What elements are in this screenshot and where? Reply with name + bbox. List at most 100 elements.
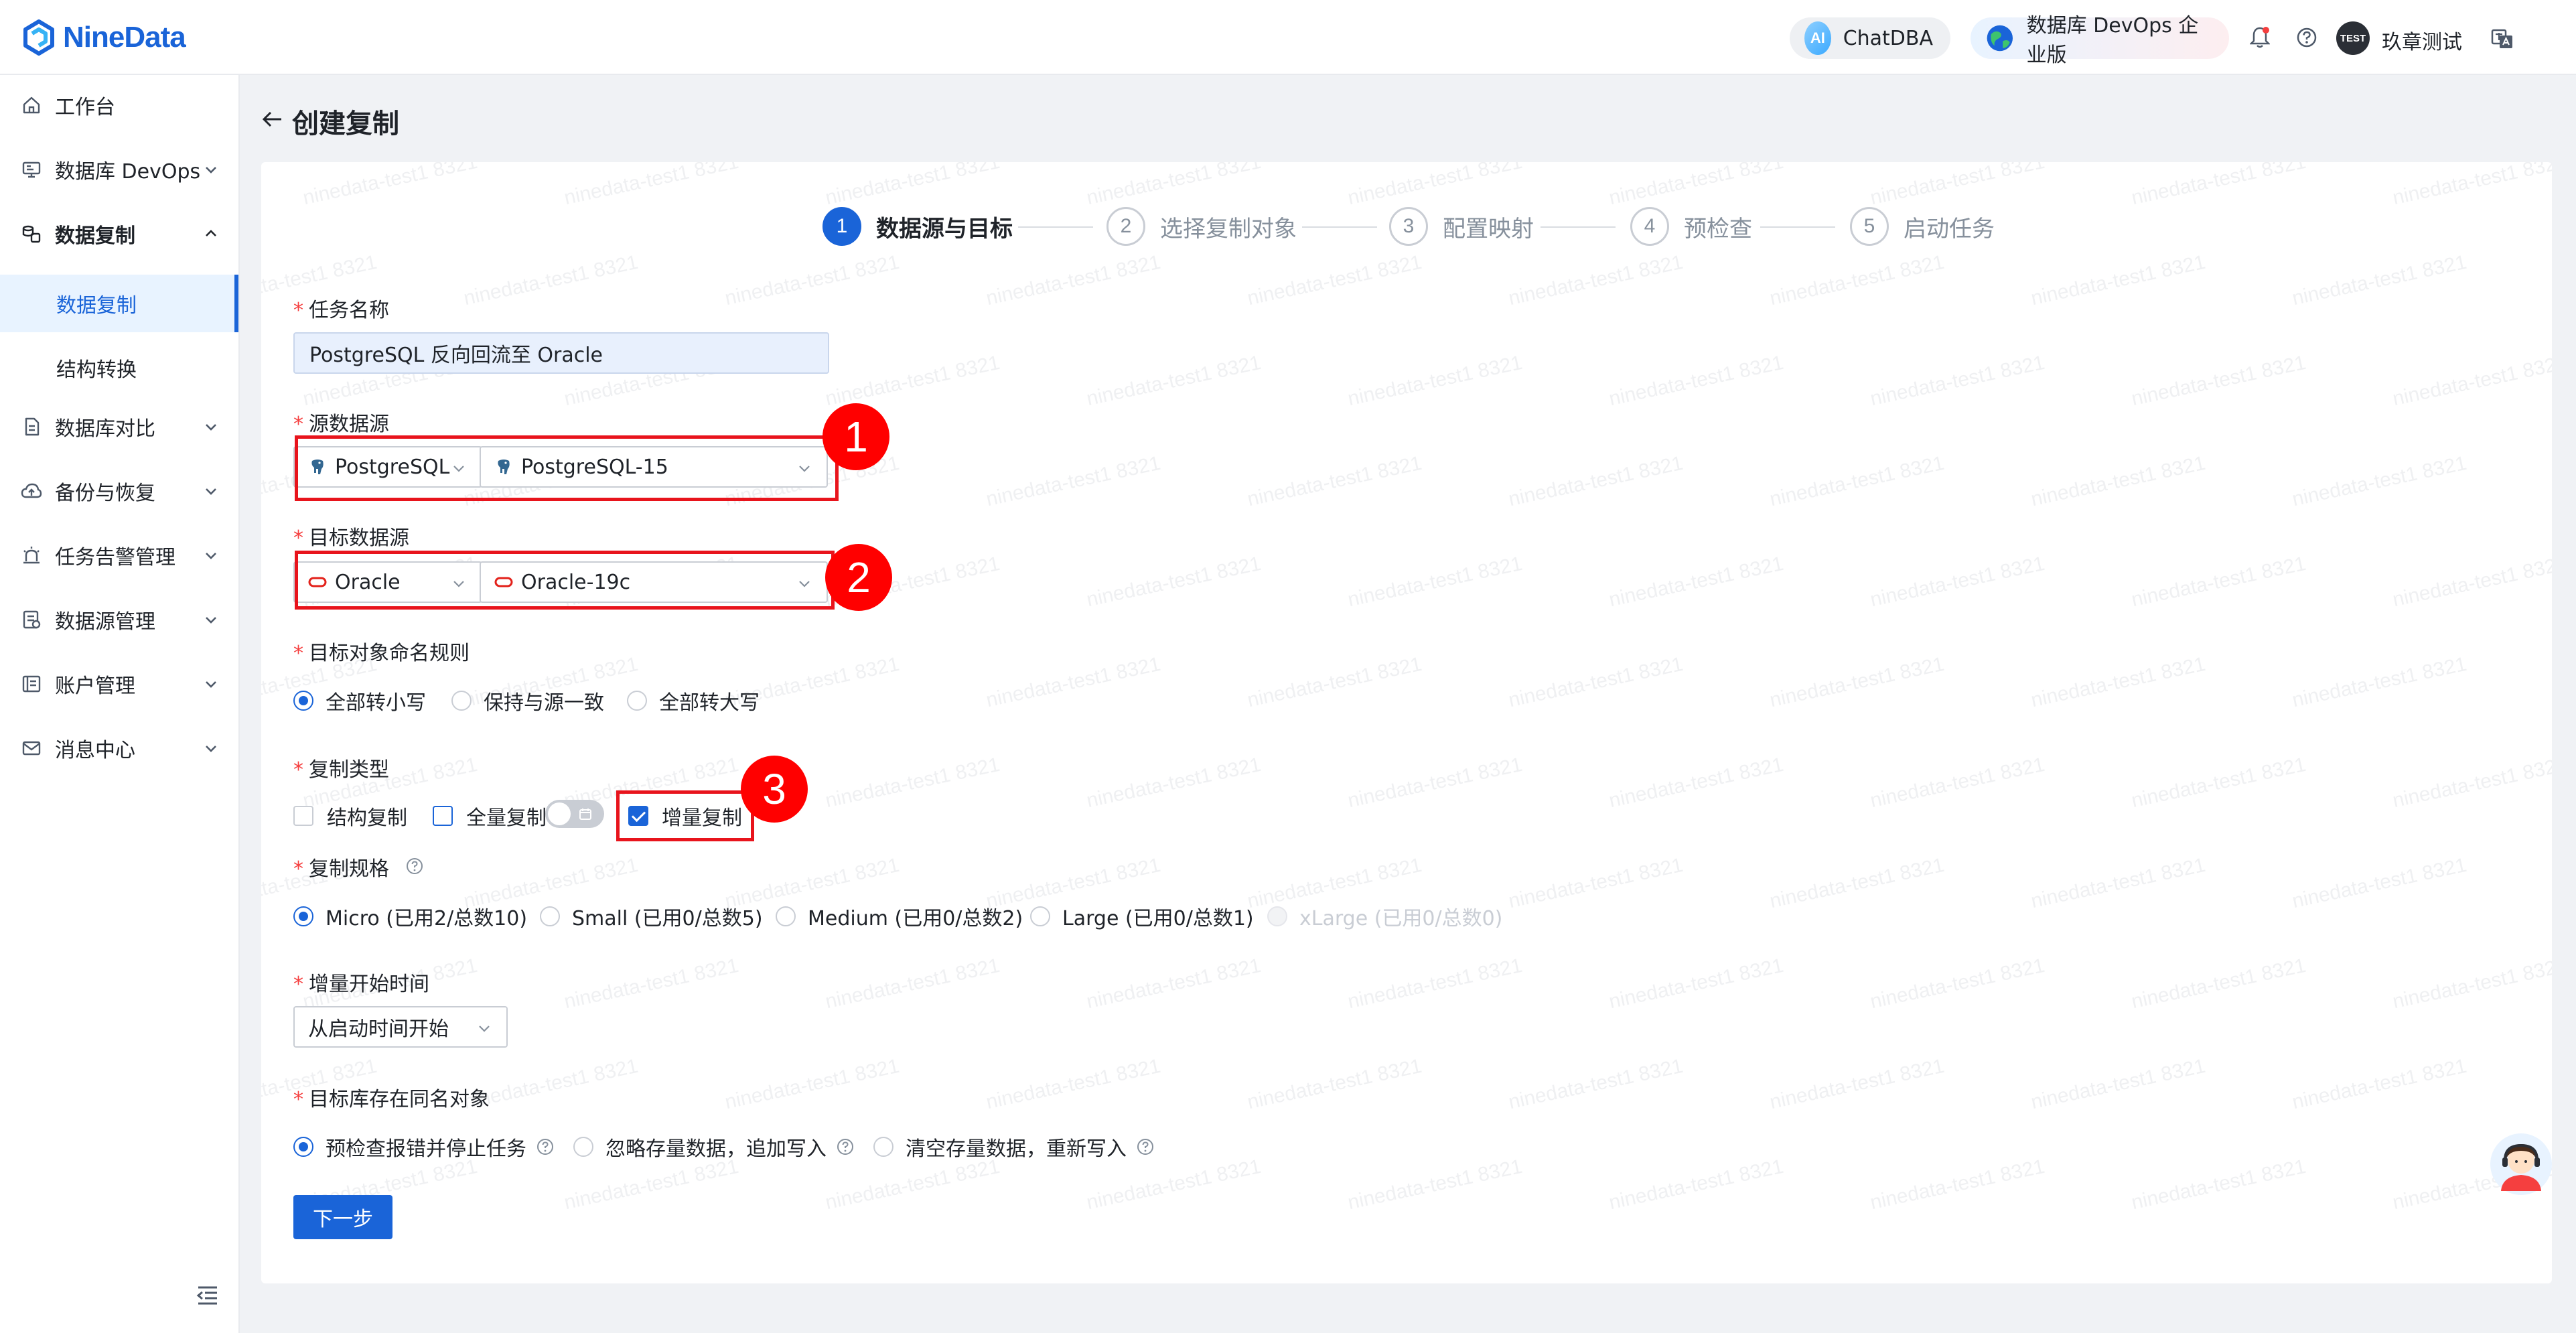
- watermark-text: ninedata-test1 8321: [2129, 1155, 2308, 1214]
- back-arrow-icon[interactable]: [260, 107, 284, 131]
- step-connector: [1760, 226, 1835, 228]
- sidebar: 工作台 数据库 DevOps 数据复制 数据复制 结构转换 数据库对比 备份与恢…: [0, 75, 240, 1333]
- watermark-text: ninedata-test1 8321: [562, 954, 741, 1013]
- watermark-text: ninedata-test1 8321: [1245, 652, 1424, 712]
- sidebar-item-label: 消息中心: [55, 739, 135, 762]
- datasource-icon: [20, 608, 43, 631]
- sidebar-item-workbench[interactable]: 工作台: [0, 75, 238, 135]
- full-copy-checkbox[interactable]: 全量复制: [433, 801, 547, 831]
- watermark-text: ninedata-test1 8321: [1084, 552, 1263, 612]
- step-label: 启动任务: [1904, 215, 1995, 242]
- customer-service-icon[interactable]: [2489, 1132, 2553, 1196]
- watermark-text: ninedata-test1 8321: [1768, 251, 1946, 310]
- full-copy-schedule-toggle[interactable]: [545, 800, 604, 828]
- watermark-text: ninedata-test1 8321: [723, 1054, 902, 1114]
- account-icon: [20, 673, 43, 695]
- watermark-text: ninedata-test1 8321: [1245, 1054, 1424, 1114]
- sidebar-subitem-replication[interactable]: 数据复制: [0, 275, 238, 332]
- replication-icon: [20, 222, 43, 245]
- watermark-text: ninedata-test1 8321: [2551, 452, 2552, 511]
- spec-option-medium[interactable]: Medium (已用0/总数2): [776, 902, 1023, 931]
- question-icon[interactable]: [536, 1137, 555, 1156]
- annotation-box-3: [616, 790, 754, 841]
- watermark-text: ninedata-test1 8321: [1084, 753, 1263, 813]
- watermark-text: ninedata-test1 8321: [984, 1054, 1163, 1114]
- watermark-text: ninedata-test1 8321: [2129, 351, 2308, 411]
- sidebar-item-backup[interactable]: 备份与恢复: [0, 461, 238, 521]
- user-avatar[interactable]: TEST: [2336, 21, 2370, 55]
- spec-option-small[interactable]: Small (已用0/总数5): [540, 902, 763, 931]
- watermark-text: ninedata-test1 8321: [1768, 853, 1946, 913]
- sidebar-item-replication[interactable]: 数据复制: [0, 204, 238, 264]
- watermark-text: ninedata-test1 8321: [2029, 251, 2208, 310]
- spec-option-micro[interactable]: Micro (已用2/总数10): [293, 902, 527, 931]
- spec-label: * 复制规格: [293, 852, 424, 882]
- page-header: 创建复制: [240, 75, 2576, 162]
- logo[interactable]: NineData: [20, 16, 186, 59]
- annotation-number-3: 3: [741, 756, 808, 823]
- watermark-text: ninedata-test1 8321: [1506, 251, 1685, 310]
- step-label: 数据源与目标: [876, 215, 1013, 242]
- watermark-text: ninedata-test1 8321: [2290, 451, 2469, 511]
- annotation-box-2: [295, 551, 835, 610]
- naming-option-uppercase[interactable]: 全部转大写: [627, 686, 760, 715]
- sidebar-item-label: 数据复制: [55, 224, 135, 248]
- username[interactable]: 玖章测试: [2382, 25, 2462, 55]
- step-connector: [1018, 226, 1093, 228]
- step-1[interactable]: 1 数据源与目标: [822, 206, 1013, 247]
- watermark-text: ninedata-test1 8321: [1768, 652, 1946, 712]
- conflict-option-append[interactable]: 忽略存量数据，追加写入: [573, 1132, 855, 1162]
- sidebar-item-alerts[interactable]: 任务告警管理: [0, 525, 238, 585]
- step-5[interactable]: 5 启动任务: [1850, 206, 1995, 247]
- task-name-label: * 任务名称: [293, 299, 389, 322]
- watermark-text: ninedata-test1 8321: [1346, 1155, 1524, 1214]
- watermark-text: ninedata-test1 8321: [2029, 451, 2208, 511]
- watermark-text: ninedata-test1 8321: [1346, 552, 1524, 612]
- sidebar-item-datasource[interactable]: 数据源管理: [0, 589, 238, 650]
- step-3[interactable]: 3 配置映射: [1389, 206, 1534, 247]
- help-icon[interactable]: [2293, 24, 2320, 51]
- question-icon[interactable]: [405, 857, 424, 875]
- watermark-text: ninedata-test1 8321: [1084, 162, 1263, 210]
- naming-rule-label: * 目标对象命名规则: [293, 642, 470, 665]
- sidebar-subitem-structure-convert[interactable]: 结构转换: [0, 339, 238, 397]
- next-button[interactable]: 下一步: [293, 1195, 392, 1239]
- language-switch-icon[interactable]: [2489, 25, 2516, 52]
- notification-bell-icon[interactable]: [2246, 24, 2273, 51]
- chatdba-button[interactable]: AI ChatDBA: [1790, 17, 1950, 59]
- watermark-text: ninedata-test1 8321: [1607, 753, 1786, 813]
- chevron-up-icon: [206, 230, 216, 236]
- task-name-input[interactable]: PostgreSQL 反向回流至 Oracle: [293, 332, 829, 374]
- structure-copy-checkbox[interactable]: 结构复制: [293, 801, 407, 831]
- watermark-text: ninedata-test1 8321: [461, 251, 640, 310]
- conflict-option-stop[interactable]: 预检查报错并停止任务: [293, 1132, 555, 1162]
- collapse-sidebar-icon[interactable]: [194, 1282, 221, 1309]
- sidebar-item-messages[interactable]: 消息中心: [0, 718, 238, 778]
- question-icon[interactable]: [836, 1137, 855, 1156]
- sidebar-item-devops[interactable]: 数据库 DevOps: [0, 139, 238, 200]
- watermark-text: ninedata-test1 8321: [562, 1155, 741, 1214]
- start-time-select[interactable]: 从启动时间开始: [293, 1006, 508, 1048]
- watermark-text: ninedata-test1 8321: [1084, 954, 1263, 1013]
- alarm-icon: [20, 544, 43, 567]
- sidebar-item-label: 备份与恢复: [55, 482, 155, 505]
- watermark-text: ninedata-test1 8321: [823, 753, 1002, 813]
- watermark-text: ninedata-test1 8321: [1346, 162, 1524, 210]
- sidebar-item-account[interactable]: 账户管理: [0, 654, 238, 714]
- naming-option-same[interactable]: 保持与源一致: [451, 686, 604, 715]
- step-4[interactable]: 4 预检查: [1630, 206, 1752, 247]
- watermark-text: ninedata-test1 8321: [2390, 162, 2552, 210]
- watermark-text: ninedata-test1 8321: [2390, 753, 2552, 813]
- question-icon[interactable]: [1136, 1137, 1155, 1156]
- sidebar-item-label: 数据源管理: [55, 610, 155, 634]
- naming-option-lowercase[interactable]: 全部转小写: [293, 686, 426, 715]
- sidebar-item-db-compare[interactable]: 数据库对比: [0, 397, 238, 457]
- conflict-option-clear[interactable]: 清空存量数据，重新写入: [873, 1132, 1155, 1162]
- watermark-text: ninedata-test1 8321: [1868, 552, 2047, 612]
- watermark-text: ninedata-test1 8321: [562, 162, 741, 210]
- step-2[interactable]: 2 选择复制对象: [1106, 206, 1297, 247]
- ninedata-logo-icon: [23, 19, 54, 56]
- spec-option-large[interactable]: Large (已用0/总数1): [1030, 902, 1254, 931]
- watermark-text: ninedata-test1 8321: [1868, 753, 2047, 813]
- devops-edition-button[interactable]: 数据库 DevOps 企业版: [1971, 14, 2229, 67]
